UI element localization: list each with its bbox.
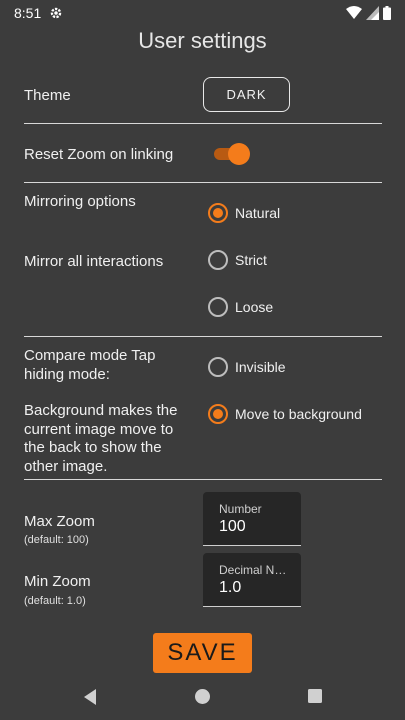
radio-label: Strict xyxy=(235,252,267,268)
compare-desc-line2: current image move to xyxy=(24,421,174,438)
max-zoom-input[interactable]: Number 100 xyxy=(203,492,301,546)
radio-label: Natural xyxy=(235,205,281,221)
settings-gear-icon xyxy=(51,7,62,19)
home-icon[interactable] xyxy=(194,688,211,705)
radio-move-to-background[interactable]: Move to background xyxy=(208,404,362,424)
theme-button[interactable]: DARK xyxy=(203,77,290,112)
min-zoom-value: 1.0 xyxy=(219,579,242,596)
max-zoom-field-label: Number xyxy=(219,502,262,516)
compare-desc-line1: Background makes the xyxy=(24,402,178,419)
radio-label: Invisible xyxy=(235,359,286,375)
radio-unchecked-icon xyxy=(208,297,228,317)
status-bar: 8:51 xyxy=(0,0,405,26)
compare-mode-label-line2: hiding mode: xyxy=(24,366,110,383)
status-time: 8:51 xyxy=(14,5,42,21)
reset-zoom-label: Reset Zoom on linking xyxy=(24,146,174,163)
radio-unchecked-icon xyxy=(208,250,228,270)
radio-natural[interactable]: Natural xyxy=(208,203,280,223)
max-zoom-value: 100 xyxy=(219,518,246,535)
compare-desc-line3: the back to show the xyxy=(24,439,162,456)
theme-label: Theme xyxy=(24,87,71,104)
radio-unchecked-icon xyxy=(208,357,228,377)
page-title: User settings xyxy=(138,28,267,53)
radio-checked-icon xyxy=(208,404,228,424)
wifi-icon xyxy=(346,6,362,19)
recents-icon[interactable] xyxy=(307,688,323,704)
navigation-bar xyxy=(0,678,405,720)
radio-label: Loose xyxy=(235,299,274,315)
max-zoom-hint: (default: 100) xyxy=(24,534,89,546)
radio-strict[interactable]: Strict xyxy=(208,250,267,270)
mirror-interactions-label: Mirror all interactions xyxy=(24,253,164,270)
reset-zoom-toggle[interactable] xyxy=(214,143,250,165)
radio-label: Move to background xyxy=(235,406,362,422)
mirroring-label: Mirroring options xyxy=(24,193,136,210)
compare-mode-label-line1: Compare mode Tap xyxy=(24,347,156,364)
radio-checked-icon xyxy=(208,203,228,223)
min-zoom-input[interactable]: Decimal Number 1.0 xyxy=(203,553,301,607)
max-zoom-label: Max Zoom xyxy=(24,513,95,530)
battery-icon xyxy=(383,6,391,20)
min-zoom-hint: (default: 1.0) xyxy=(24,595,86,607)
min-zoom-label: Min Zoom xyxy=(24,573,91,590)
divider xyxy=(24,336,382,337)
radio-loose[interactable]: Loose xyxy=(208,297,273,317)
compare-desc-line4: other image. xyxy=(24,458,108,475)
divider xyxy=(24,123,382,124)
divider xyxy=(24,182,382,183)
toggle-thumb xyxy=(228,143,250,165)
cell-signal-icon xyxy=(366,6,379,20)
back-icon[interactable] xyxy=(82,688,98,706)
radio-invisible[interactable]: Invisible xyxy=(208,357,286,377)
divider xyxy=(24,479,382,480)
min-zoom-field-label: Decimal Number xyxy=(219,563,291,577)
save-button[interactable]: SAVE xyxy=(153,633,252,673)
